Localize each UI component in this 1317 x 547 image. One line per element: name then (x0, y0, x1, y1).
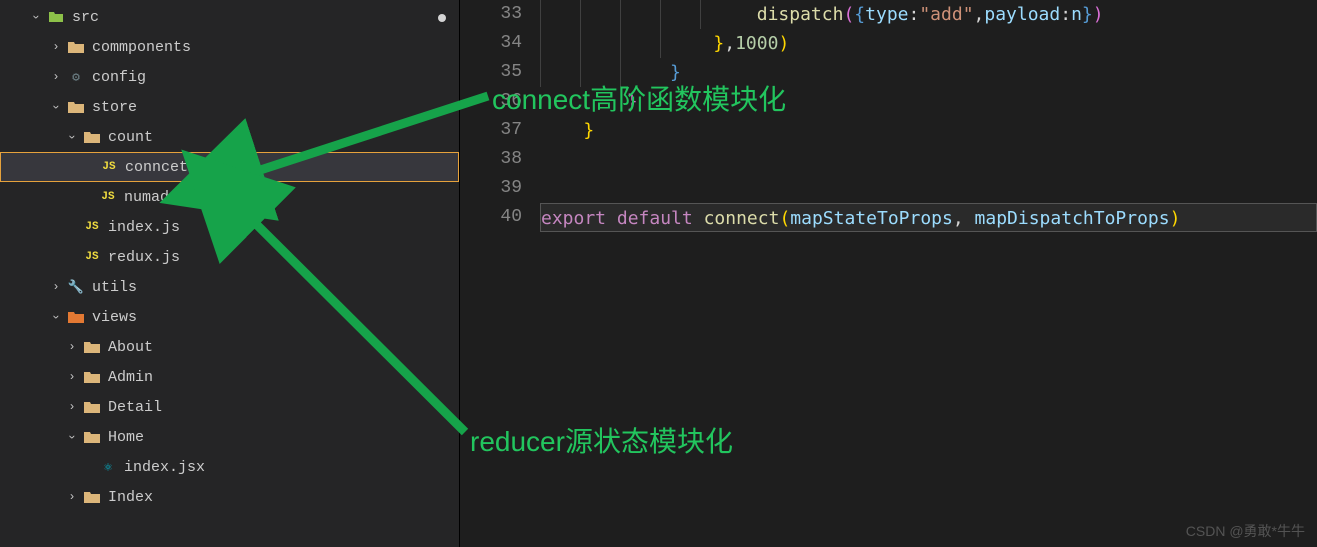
line-number: 38 (460, 145, 522, 174)
tree-label: utils (92, 279, 137, 296)
tree-label: index.js (108, 219, 180, 236)
line-number: 34 (460, 29, 522, 58)
js-icon: JS (82, 217, 102, 237)
tree-label: About (108, 339, 153, 356)
line-gutter: 33 34 35 36 37 38 39 40 (460, 0, 540, 547)
tree-folder-count[interactable]: count (0, 122, 459, 152)
tree-folder-views[interactable]: views (0, 302, 459, 332)
chevron-down-icon (48, 99, 64, 115)
line-number: 40 (460, 203, 522, 232)
tree-file-numadd[interactable]: JS numadd.js (0, 182, 459, 212)
tree-folder-commponents[interactable]: commponents (0, 32, 459, 62)
tree-folder-utils[interactable]: 🔧 utils (0, 272, 459, 302)
chevron-right-icon (64, 399, 80, 415)
js-icon: JS (99, 157, 119, 177)
line-number: 36 (460, 87, 522, 116)
tree-folder-src[interactable]: src (0, 2, 459, 32)
tree-folder-home[interactable]: Home (0, 422, 459, 452)
line-number: 39 (460, 174, 522, 203)
gear-icon: ⚙ (66, 67, 86, 87)
tree-label: views (92, 309, 137, 326)
chevron-right-icon (64, 369, 80, 385)
code-area[interactable]: dispatch({type:"add",payload:n}) },1000)… (540, 0, 1317, 547)
code-line (540, 174, 1317, 203)
tree-label: store (92, 99, 137, 116)
chevron-right-icon (64, 339, 80, 355)
tree-folder-store[interactable]: store (0, 92, 459, 122)
folder-icon (82, 337, 102, 357)
tree-folder-detail[interactable]: Detail (0, 392, 459, 422)
folder-icon (82, 487, 102, 507)
code-line: } (540, 58, 1317, 87)
tree-label: config (92, 69, 146, 86)
code-line: } (540, 116, 1317, 145)
folder-icon (82, 397, 102, 417)
react-icon: ⚛ (98, 457, 118, 477)
chevron-down-icon (48, 309, 64, 325)
code-line: },1000) (540, 29, 1317, 58)
tree-folder-about[interactable]: About (0, 332, 459, 362)
folder-icon (66, 37, 86, 57)
folder-icon (82, 127, 102, 147)
tree-folder-config[interactable]: ⚙ config (0, 62, 459, 92)
folder-icon (82, 367, 102, 387)
js-icon: JS (98, 187, 118, 207)
line-number: 33 (460, 0, 522, 29)
tree-label: redux.js (108, 249, 180, 266)
file-explorer[interactable]: src commponents ⚙ config store (0, 0, 460, 547)
tree-label: Index (108, 489, 153, 506)
tree-label: index.jsx (124, 459, 205, 476)
wrench-icon: 🔧 (66, 277, 86, 297)
tree-label: Admin (108, 369, 153, 386)
code-line (540, 145, 1317, 174)
tree-file-reduxjs[interactable]: JS redux.js (0, 242, 459, 272)
tree-label: conncet.js (125, 159, 215, 176)
folder-icon (82, 427, 102, 447)
chevron-down-icon (64, 429, 80, 445)
tree-folder-admin[interactable]: Admin (0, 362, 459, 392)
tree-label: src (72, 9, 99, 26)
code-line-active: export default connect(mapStateToProps, … (540, 203, 1317, 232)
chevron-right-icon (64, 489, 80, 505)
js-icon: JS (82, 247, 102, 267)
code-line: } (540, 87, 1317, 116)
tree-file-indexjs[interactable]: JS index.js (0, 212, 459, 242)
tree-label: Home (108, 429, 144, 446)
folder-icon (46, 7, 66, 27)
modified-indicator-icon (438, 14, 446, 22)
code-editor[interactable]: 33 34 35 36 37 38 39 40 dispatch({type:"… (460, 0, 1317, 547)
watermark: CSDN @勇敢*牛牛 (1186, 521, 1305, 541)
tree-file-conncet[interactable]: JS conncet.js (0, 152, 459, 182)
chevron-right-icon (48, 69, 64, 85)
chevron-down-icon (64, 129, 80, 145)
tree-file-indexjsx[interactable]: ⚛ index.jsx (0, 452, 459, 482)
line-number: 35 (460, 58, 522, 87)
tree-label: count (108, 129, 153, 146)
tree-label: commponents (92, 39, 191, 56)
tree-label: numadd.js (124, 189, 205, 206)
tree-folder-index[interactable]: Index (0, 482, 459, 512)
folder-icon (66, 307, 86, 327)
tree-label: Detail (108, 399, 162, 416)
chevron-right-icon (48, 39, 64, 55)
code-line: dispatch({type:"add",payload:n}) (540, 0, 1317, 29)
chevron-down-icon (28, 9, 44, 25)
folder-icon (66, 97, 86, 117)
chevron-right-icon (48, 279, 64, 295)
line-number: 37 (460, 116, 522, 145)
